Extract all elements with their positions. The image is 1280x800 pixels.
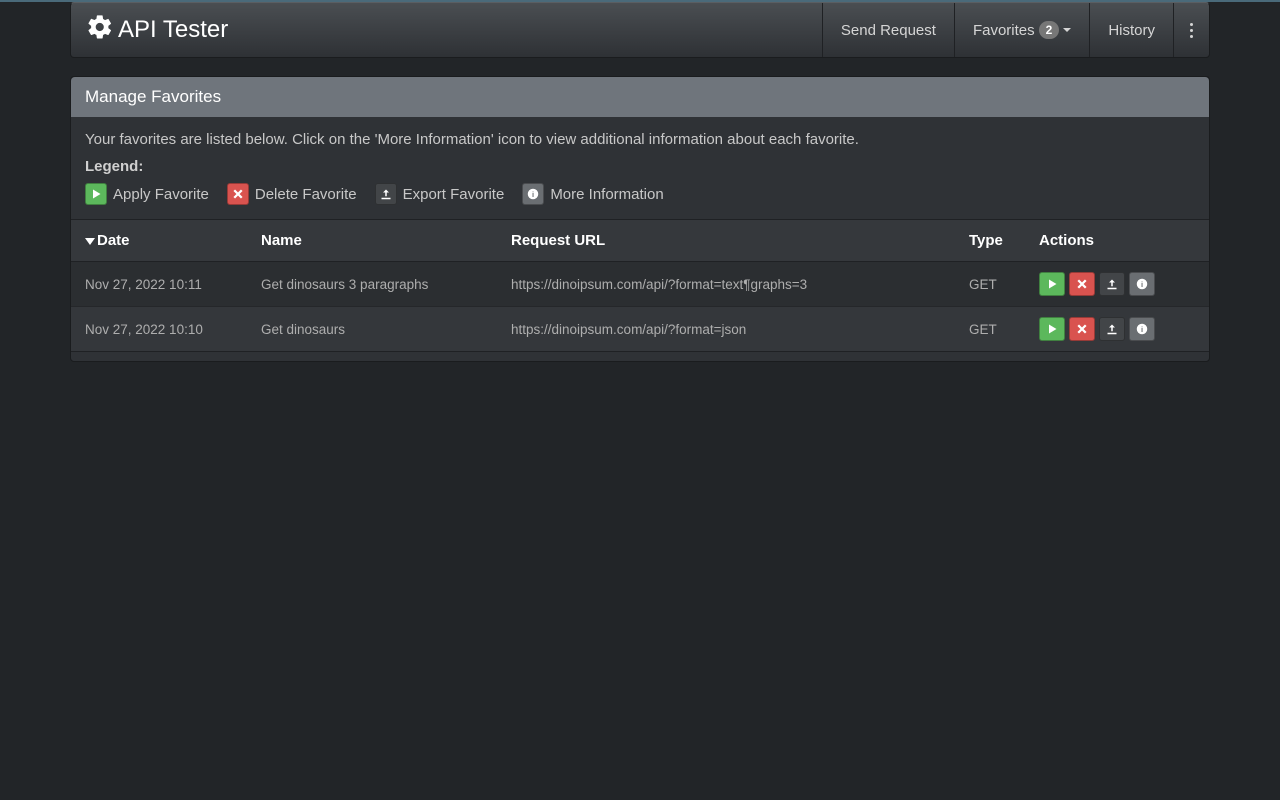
col-url[interactable]: Request URL: [501, 220, 959, 262]
cell-name: Get dinosaurs 3 paragraphs: [251, 262, 501, 307]
cell-date: Nov 27, 2022 10:11: [71, 262, 251, 307]
apply-button[interactable]: [1039, 317, 1065, 341]
cell-type: GET: [959, 262, 1029, 307]
table-row: Nov 27, 2022 10:10Get dinosaurshttps://d…: [71, 307, 1209, 352]
caret-down-icon: [1063, 28, 1071, 32]
panel-footer: [71, 351, 1209, 361]
brand-title: API Tester: [118, 16, 228, 44]
cell-type: GET: [959, 307, 1029, 352]
info-icon: i: [522, 183, 544, 205]
col-date[interactable]: Date: [71, 220, 251, 262]
table-row: Nov 27, 2022 10:11Get dinosaurs 3 paragr…: [71, 262, 1209, 307]
svg-text:i: i: [1141, 325, 1143, 334]
cell-date: Nov 27, 2022 10:10: [71, 307, 251, 352]
cell-url: https://dinoipsum.com/api/?format=text¶g…: [501, 262, 959, 307]
delete-button[interactable]: [1069, 317, 1095, 341]
info-button[interactable]: i: [1129, 272, 1155, 296]
panel-intro: Your favorites are listed below. Click o…: [85, 131, 1195, 148]
kebab-icon: [1190, 23, 1193, 38]
cell-url: https://dinoipsum.com/api/?format=json: [501, 307, 959, 352]
legend-export-label: Export Favorite: [403, 186, 505, 203]
col-type[interactable]: Type: [959, 220, 1029, 262]
panel-body: Your favorites are listed below. Click o…: [71, 117, 1209, 219]
favorites-count-badge: 2: [1039, 21, 1060, 39]
apply-button[interactable]: [1039, 272, 1065, 296]
legend-delete: Delete Favorite: [227, 183, 357, 205]
nav-send-request-label: Send Request: [841, 22, 936, 39]
legend-apply: Apply Favorite: [85, 183, 209, 205]
legend-info: i More Information: [522, 183, 663, 205]
cell-actions: i: [1029, 262, 1209, 307]
panel-title: Manage Favorites: [71, 77, 1209, 117]
legend-title: Legend:: [85, 158, 1195, 175]
svg-text:i: i: [1141, 280, 1143, 289]
legend-export: Export Favorite: [375, 183, 505, 205]
brand[interactable]: API Tester: [86, 13, 228, 48]
nav-history[interactable]: History: [1089, 3, 1173, 57]
navbar: API Tester Send Request Favorites 2 Hist…: [70, 2, 1210, 58]
svg-text:i: i: [532, 190, 534, 199]
legend-apply-label: Apply Favorite: [113, 186, 209, 203]
export-button[interactable]: [1099, 317, 1125, 341]
export-button[interactable]: [1099, 272, 1125, 296]
legend-delete-label: Delete Favorite: [255, 186, 357, 203]
x-icon: [227, 183, 249, 205]
col-actions: Actions: [1029, 220, 1209, 262]
gear-icon: [86, 13, 114, 48]
nav-more[interactable]: [1173, 3, 1209, 57]
nav-favorites[interactable]: Favorites 2: [954, 3, 1089, 57]
nav-send-request[interactable]: Send Request: [822, 3, 954, 57]
info-button[interactable]: i: [1129, 317, 1155, 341]
export-icon: [375, 183, 397, 205]
cell-name: Get dinosaurs: [251, 307, 501, 352]
play-icon: [85, 183, 107, 205]
favorites-table: Date Name Request URL Type Actions Nov 2…: [71, 219, 1209, 351]
legend-row: Apply Favorite Delete Favorite Export Fa…: [85, 183, 1195, 205]
nav-menu: Send Request Favorites 2 History: [822, 3, 1209, 57]
sort-desc-icon: [85, 238, 95, 245]
legend-info-label: More Information: [550, 186, 663, 203]
cell-actions: i: [1029, 307, 1209, 352]
nav-favorites-label: Favorites: [973, 22, 1035, 39]
favorites-panel: Manage Favorites Your favorites are list…: [70, 76, 1210, 362]
col-name[interactable]: Name: [251, 220, 501, 262]
delete-button[interactable]: [1069, 272, 1095, 296]
nav-history-label: History: [1108, 22, 1155, 39]
